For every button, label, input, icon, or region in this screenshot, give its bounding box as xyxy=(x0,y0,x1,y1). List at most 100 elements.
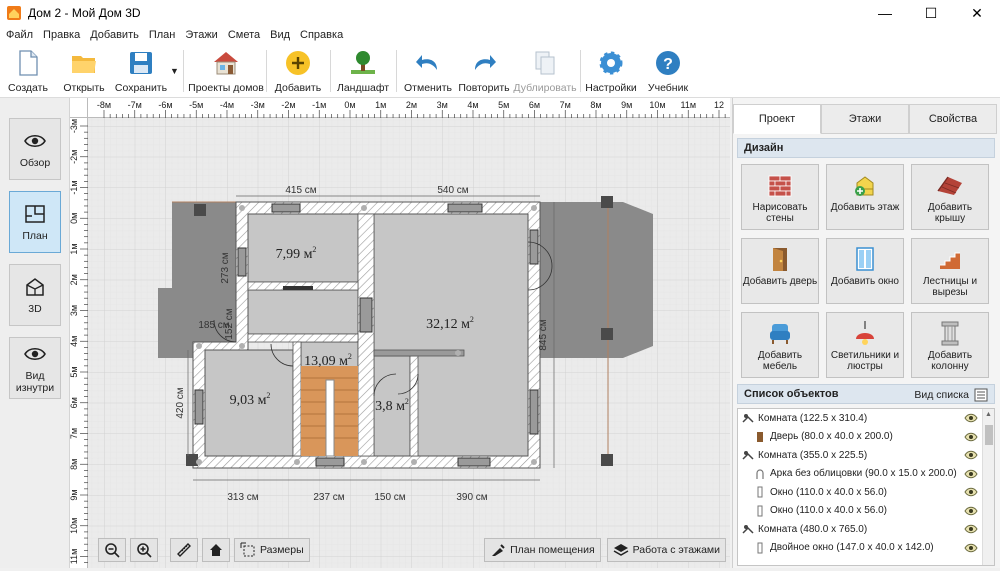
objects-list-header[interactable]: Список объектов Вид списка xyxy=(737,384,995,404)
duplicate-button[interactable]: Дублировать xyxy=(513,48,577,96)
object-list-item[interactable]: Комната (480.0 x 765.0) xyxy=(738,520,994,539)
room-plan-button[interactable]: План помещения xyxy=(484,538,601,562)
ruler-top-label: 12 xyxy=(714,100,724,110)
lights-chandeliers-button[interactable]: Светильники и люстры xyxy=(826,312,904,378)
settings-button[interactable]: Настройки xyxy=(585,48,637,96)
tab-floors[interactable]: Этажи xyxy=(821,104,909,134)
menu-estimate[interactable]: Смета xyxy=(228,29,260,41)
object-list-item[interactable]: Арка без облицовки (90.0 x 15.0 x 200.0) xyxy=(738,465,994,484)
visibility-eye-icon[interactable] xyxy=(964,542,978,554)
floors-work-button[interactable]: Работа с этажами xyxy=(606,538,726,562)
add-door-button[interactable]: Добавить дверь xyxy=(741,238,819,304)
ruler-top-label: -5м xyxy=(189,100,203,110)
add-window-button[interactable]: Добавить окно xyxy=(826,238,904,304)
ruler-left-label: 10м xyxy=(70,518,79,534)
scroll-thumb[interactable] xyxy=(985,425,993,445)
scroll-up-icon[interactable]: ▲ xyxy=(985,411,992,418)
visibility-eye-icon[interactable] xyxy=(964,412,978,424)
close-button[interactable]: ✕ xyxy=(954,0,1000,26)
object-list-item[interactable]: Комната (355.0 x 225.5) xyxy=(738,446,994,465)
floor-plan-icon xyxy=(25,205,45,223)
arch-icon xyxy=(756,469,764,479)
title-bar: Дом 2 - Мой Дом 3D — ☐ ✕ xyxy=(0,0,1000,26)
overview-view-button[interactable]: Обзор xyxy=(9,118,61,180)
ruler-top-label: 9м xyxy=(621,100,632,110)
tab-project[interactable]: Проект xyxy=(733,104,821,134)
object-list-item[interactable]: Двойное окно (147.0 x 40.0 x 142.0) xyxy=(738,539,994,558)
ruler-top-label: 5м xyxy=(498,100,509,110)
3d-cube-house-icon xyxy=(26,278,44,296)
visibility-eye-icon[interactable] xyxy=(964,468,978,480)
plan-canvas-area[interactable]: -8м -7м -6м -5м -4м -3м -2м -1м 0м 1м 2м 3м 4м 5м 6м 7м… xyxy=(69,98,744,570)
ruler-vertical[interactable]: -3м -2м -1м 0м 1м 2м 3м 4м 5м 6м 7м 8м 9м 10м 11м xyxy=(69,118,88,570)
room-label-5: 3,8 м xyxy=(375,399,405,414)
zoom-out-button[interactable] xyxy=(98,538,126,562)
visibility-eye-icon[interactable] xyxy=(964,431,978,443)
objects-list-scrollbar[interactable]: ▲ xyxy=(982,409,994,565)
measure-ruler-button[interactable] xyxy=(170,538,198,562)
object-label: Комната (480.0 x 765.0) xyxy=(758,523,868,535)
ruler-top-label: 1м xyxy=(375,100,386,110)
menu-edit[interactable]: Правка xyxy=(43,29,80,41)
gear-icon xyxy=(599,51,623,75)
tab-properties[interactable]: Свойства xyxy=(909,104,997,134)
save-button[interactable]: Сохранить xyxy=(114,48,168,96)
ruler-left-label: 9м xyxy=(70,489,79,500)
add-button[interactable]: Добавить xyxy=(274,48,322,96)
undo-arrow-icon xyxy=(416,55,437,70)
add-column-button[interactable]: Добавить колонну xyxy=(911,312,989,378)
menu-help[interactable]: Справка xyxy=(300,29,343,41)
corridor[interactable] xyxy=(247,289,359,335)
svg-text:13,09 м2: 13,09 м2 xyxy=(304,352,352,369)
room-label-3-sup: 2 xyxy=(348,352,352,361)
object-label: Комната (122.5 x 310.4) xyxy=(758,412,868,424)
open-button[interactable]: Открыть xyxy=(62,48,106,96)
ruler-left-label: -1м xyxy=(70,180,79,194)
visibility-eye-icon[interactable] xyxy=(964,486,978,498)
redo-button[interactable]: Повторить xyxy=(458,48,510,96)
object-list-item[interactable]: Комната (122.5 x 310.4) xyxy=(738,409,994,428)
menu-floors[interactable]: Этажи xyxy=(185,29,217,41)
tutorial-button[interactable]: ? Учебник xyxy=(646,48,690,96)
undo-button[interactable]: Отменить xyxy=(404,48,452,96)
design-section-header[interactable]: Дизайн xyxy=(737,138,995,158)
minimize-button[interactable]: — xyxy=(862,0,908,26)
visibility-eye-icon[interactable] xyxy=(964,523,978,535)
ruler-top-label: 0м xyxy=(344,100,355,110)
dim-bottom-2: 237 см xyxy=(313,492,344,503)
visibility-eye-icon[interactable] xyxy=(964,505,978,517)
maximize-button[interactable]: ☐ xyxy=(908,0,954,26)
plan-view-button[interactable]: План xyxy=(9,191,61,253)
list-view-toggle[interactable]: Вид списка xyxy=(914,385,988,405)
object-list-item[interactable]: Окно (110.0 x 40.0 x 56.0) xyxy=(738,502,994,521)
object-list-item[interactable]: Дверь (80.0 x 40.0 x 200.0) xyxy=(738,428,994,447)
dimensions-button[interactable]: Размеры xyxy=(234,538,310,562)
menu-view[interactable]: Вид xyxy=(270,29,290,41)
add-floor-button[interactable]: Добавить этаж xyxy=(826,164,904,230)
visibility-eye-icon[interactable] xyxy=(964,449,978,461)
objects-list[interactable]: Комната (122.5 x 310.4) Дверь (80.0 x 40.… xyxy=(737,408,995,566)
home-view-button[interactable] xyxy=(202,538,230,562)
ruler-horizontal[interactable]: -8м -7м -6м -5м -4м -3м -2м -1м 0м 1м 2м 3м 4м 5м 6м 7м… xyxy=(88,98,744,118)
ruler-left-label: 4м xyxy=(70,336,79,347)
inside-view-button[interactable]: Вид изнутри xyxy=(9,337,61,399)
svg-text:7,99 м2: 7,99 м2 xyxy=(276,245,317,262)
add-furniture-button[interactable]: Добавить мебель xyxy=(741,312,819,378)
menu-add[interactable]: Добавить xyxy=(90,29,139,41)
terrace-right[interactable] xyxy=(540,202,653,358)
room-icon xyxy=(742,525,754,534)
add-roof-button[interactable]: Добавить крышу xyxy=(911,164,989,230)
floor-plan-drawing[interactable]: 415 см 540 см 273 см 152 см 420 см 845 с… xyxy=(88,118,730,568)
house-projects-button[interactable]: Проекты домов xyxy=(188,48,264,96)
landscape-button[interactable]: Ландшафт xyxy=(337,48,389,96)
create-button[interactable]: Создать xyxy=(8,48,48,96)
menu-plan[interactable]: План xyxy=(149,29,176,41)
draw-walls-button[interactable]: Нарисовать стены xyxy=(741,164,819,230)
save-dropdown-arrow-icon[interactable]: ▼ xyxy=(170,66,179,76)
zoom-in-button[interactable] xyxy=(130,538,158,562)
menu-file[interactable]: Файл xyxy=(6,29,33,41)
stairs-openings-button[interactable]: Лестницы и вырезы xyxy=(911,238,989,304)
3d-view-button[interactable]: 3D xyxy=(9,264,61,326)
object-list-item[interactable]: Окно (110.0 x 40.0 x 56.0) xyxy=(738,483,994,502)
ruler-top-label: -4м xyxy=(220,100,234,110)
